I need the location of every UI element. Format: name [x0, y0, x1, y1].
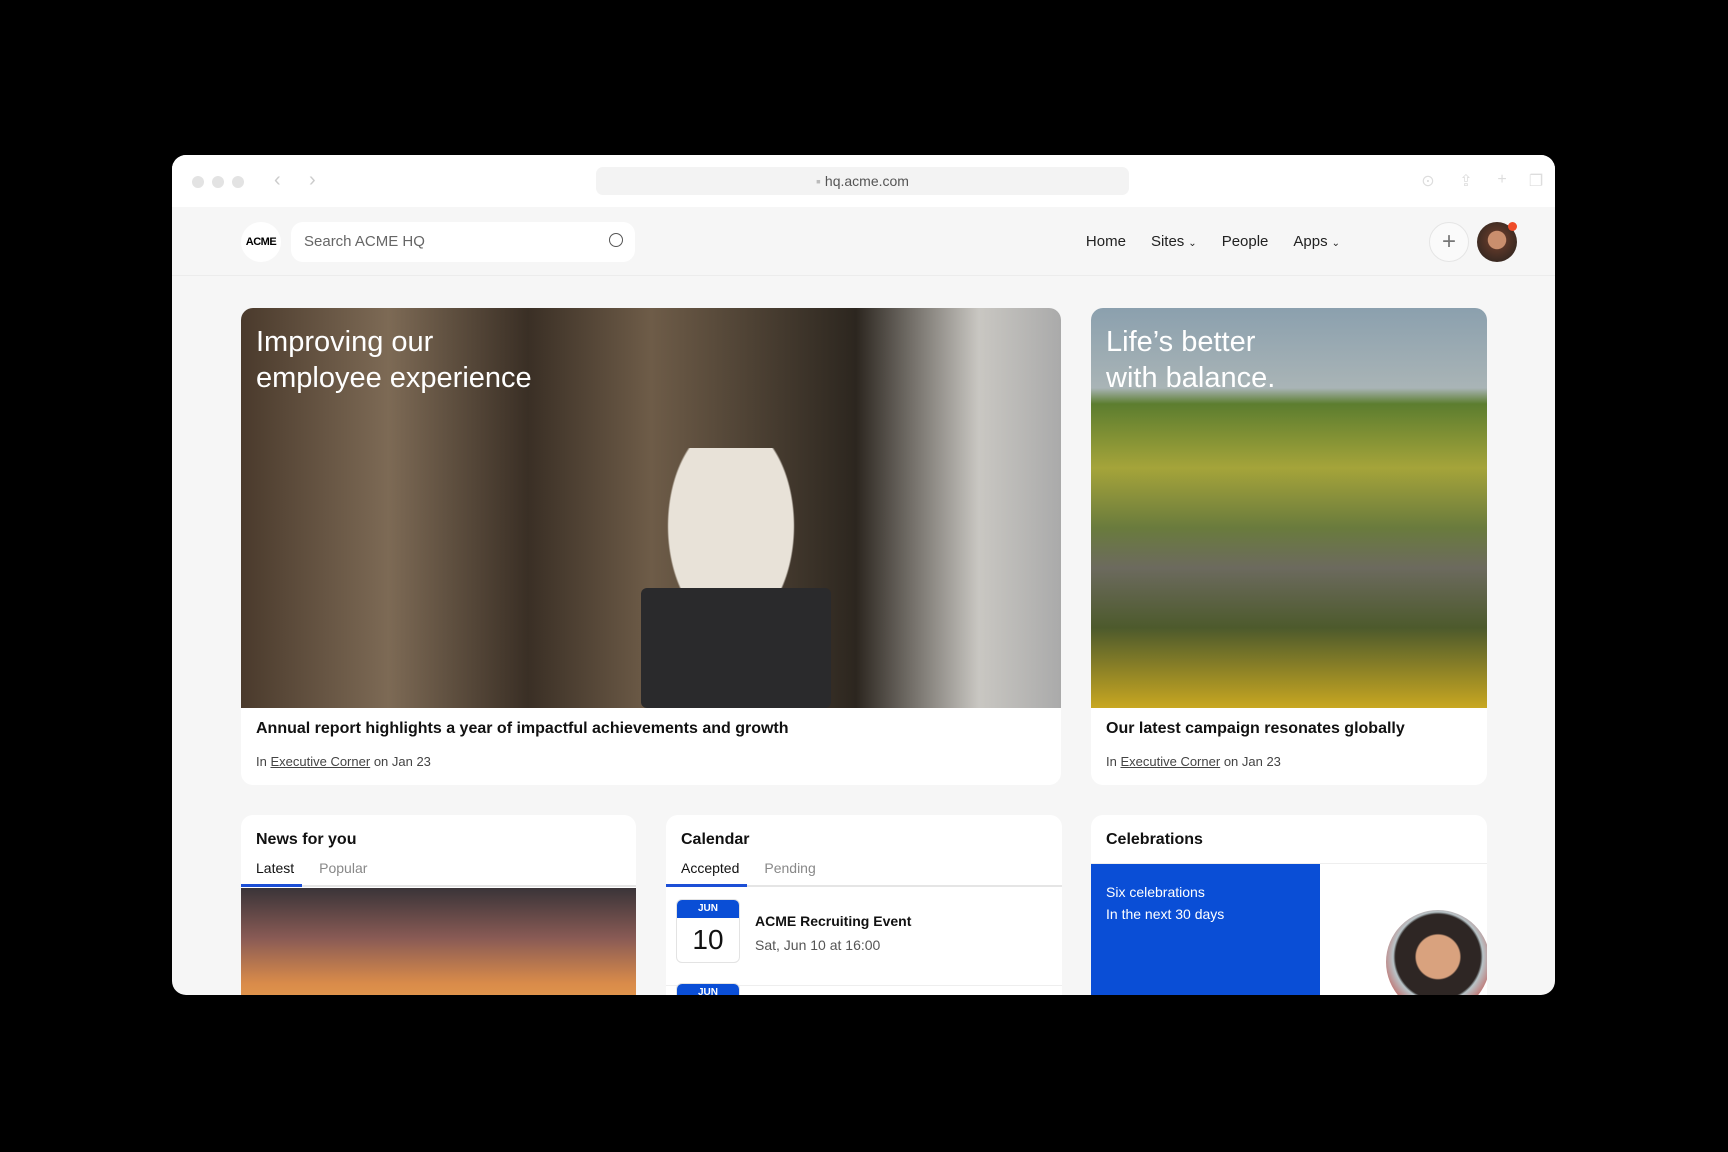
calendar-card: Calendar Accepted Pending JUN 10 ACME Rec…: [666, 815, 1062, 995]
news-image[interactable]: [241, 888, 636, 995]
create-button[interactable]: +: [1429, 222, 1469, 262]
tab-accepted[interactable]: Accepted: [666, 857, 748, 887]
category-link[interactable]: Executive Corner: [270, 754, 370, 769]
nav-sites[interactable]: Sites ⌄: [1151, 233, 1197, 250]
hero-card-annual-report[interactable]: Improving our employee experience Annual …: [241, 308, 1061, 785]
news-card: News for you Latest Popular: [241, 815, 636, 995]
notification-dot: [1508, 222, 1517, 231]
nav-home[interactable]: Home: [1086, 233, 1126, 250]
avatar[interactable]: [1477, 222, 1517, 262]
share-icon[interactable]: ⇪: [1457, 171, 1475, 190]
celebrant-avatar[interactable]: [1386, 910, 1487, 995]
tab-popular[interactable]: Popular: [319, 857, 367, 885]
window-controls[interactable]: [192, 176, 244, 188]
celebrations-summary[interactable]: Six celebrations In the next 30 days: [1091, 864, 1320, 995]
back-icon[interactable]: ‹: [274, 169, 281, 192]
celebrations-card: Celebrations Six celebrations In the nex…: [1091, 815, 1487, 995]
nav-apps[interactable]: Apps ⌄: [1293, 233, 1340, 250]
forward-icon[interactable]: ›: [309, 169, 316, 192]
event-date[interactable]: JUN: [676, 983, 740, 995]
tab-pending[interactable]: Pending: [764, 857, 815, 885]
address-bar[interactable]: ▪ hq.acme.com: [596, 167, 1129, 195]
event-date: JUN 10: [676, 899, 740, 963]
new-tab-icon[interactable]: +: [1493, 171, 1511, 189]
search-input[interactable]: Search ACME HQ: [291, 222, 635, 262]
tabs-overview-icon[interactable]: ❐: [1527, 171, 1545, 190]
main-nav: Home Sites ⌄ People Apps ⌄: [1086, 207, 1340, 276]
lock-icon: ▪: [816, 173, 825, 189]
headline[interactable]: Annual report highlights a year of impac…: [256, 720, 789, 738]
download-icon[interactable]: ⊙: [1419, 171, 1437, 190]
event-item[interactable]: JUN 10 ACME Recruiting Event Sat, Jun 10 …: [666, 899, 1062, 986]
search-icon[interactable]: [609, 233, 623, 247]
site-header: ACME Search ACME HQ Home Sites ⌄ People A…: [172, 207, 1555, 276]
browser-toolbar: ‹ › ▪ hq.acme.com ⊙ ⇪ + ❐: [172, 155, 1555, 207]
chevron-down-icon: ⌄: [1188, 238, 1197, 249]
headline[interactable]: Our latest campaign resonates globally: [1106, 720, 1405, 738]
hero-image: Life’s better with balance.: [1091, 308, 1487, 708]
nav-people[interactable]: People: [1222, 233, 1269, 250]
chevron-down-icon: ⌄: [1331, 238, 1340, 249]
tab-latest[interactable]: Latest: [241, 857, 303, 887]
category-link[interactable]: Executive Corner: [1120, 754, 1220, 769]
browser-window: ‹ › ▪ hq.acme.com ⊙ ⇪ + ❐ ACME Search AC…: [172, 155, 1555, 995]
hero-image: Improving our employee experience: [241, 308, 1061, 708]
hero-card-campaign[interactable]: Life’s better with balance. Our latest ca…: [1091, 308, 1487, 785]
acme-logo[interactable]: ACME: [241, 222, 281, 262]
